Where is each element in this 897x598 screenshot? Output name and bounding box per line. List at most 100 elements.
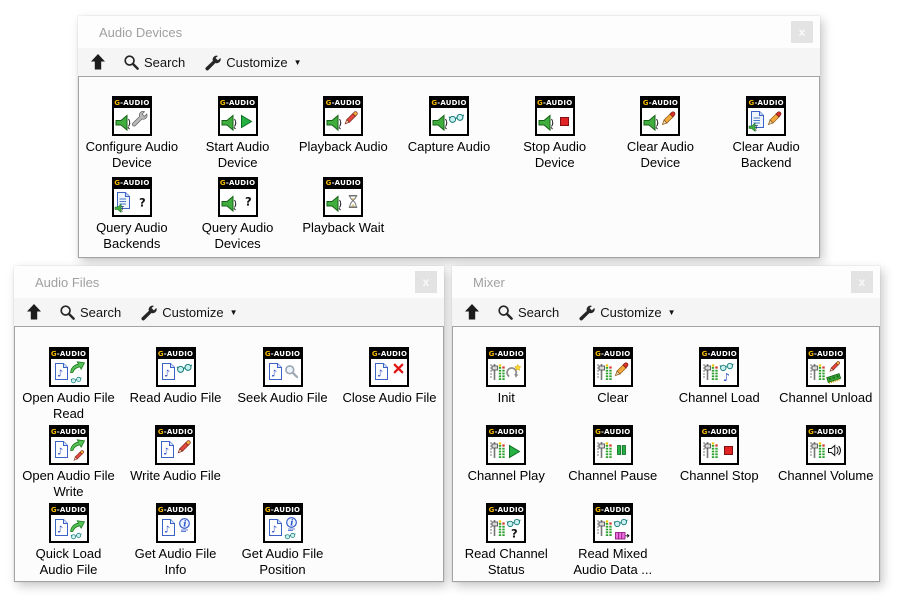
palette-item-channel-volume[interactable]: G-AUDIOChannel Volume (778, 425, 873, 503)
palette-item-label: Capture Audio (408, 139, 490, 155)
channel-play-icon: G-AUDIO (486, 425, 526, 465)
seek-audio-file-icon: G-AUDIO♪ (263, 347, 303, 387)
palette-item-label: Quick Load Audio File (19, 546, 119, 578)
palette-item-label: Channel Stop (680, 468, 759, 484)
palette-item-start-audio-device[interactable]: G-AUDIOStart Audio Device (188, 96, 288, 177)
channel-load-icon: G-AUDIO♪ (699, 347, 739, 387)
palette-item-capture-audio[interactable]: G-AUDIOCapture Audio (408, 96, 490, 177)
palette-item-query-audio-backends[interactable]: G-AUDIO?Query Audio Backends (82, 177, 182, 258)
palette-item-read-audio-file[interactable]: G-AUDIO♪Read Audio File (130, 347, 222, 425)
playback-audio-icon: G-AUDIO (323, 96, 363, 136)
search-button[interactable]: Search (124, 55, 185, 70)
channel-stop-icon: G-AUDIO (699, 425, 739, 465)
palette-item-label: Query Audio Backends (82, 220, 182, 252)
palette-row: G-AUDIO?Query Audio BackendsG-AUDIO?Quer… (79, 177, 819, 258)
palette-row: G-AUDIOChannel PlayG-AUDIOChannel PauseG… (453, 425, 879, 503)
palette-item-seek-audio-file[interactable]: G-AUDIO♪ Seek Audio File (237, 347, 327, 425)
palette-item-init[interactable]: G-AUDIOInit (486, 347, 526, 425)
palette-item-label: Close Audio File (343, 390, 437, 406)
palette-item-label: Read Mixed Audio Data ... (563, 546, 663, 578)
toolbar: Search Customize ▼ (452, 298, 880, 326)
window-title: Mixer (473, 275, 505, 290)
toolbar: Search Customize ▼ (78, 48, 820, 76)
palette-item-label: Channel Unload (779, 390, 872, 406)
audio-devices-palette-window: Audio Devices x Search Customize ▼ G-AUD… (78, 16, 820, 258)
palette-item-playback-wait[interactable]: G-AUDIOPlayback Wait (302, 177, 384, 258)
up-button[interactable] (465, 304, 479, 320)
palette-item-label: Query Audio Devices (188, 220, 288, 252)
palette-item-channel-load[interactable]: G-AUDIO♪Channel Load (679, 347, 760, 425)
palette-item-channel-stop[interactable]: G-AUDIO Channel Stop (680, 425, 759, 503)
search-icon (124, 55, 139, 70)
palette-item-write-audio-file[interactable]: G-AUDIO♪Write Audio File (130, 425, 221, 503)
titlebar[interactable]: Audio Devices x (78, 16, 820, 48)
query-audio-backends-icon: G-AUDIO? (112, 177, 152, 217)
stop-audio-device-icon: G-AUDIO (535, 96, 575, 136)
palette-item-clear-audio-backend[interactable]: G-AUDIOClear Audio Backend (716, 96, 816, 177)
palette-item-channel-unload[interactable]: G-AUDIOChannel Unload (779, 347, 872, 425)
up-button[interactable] (91, 54, 105, 70)
palette-item-close-audio-file[interactable]: G-AUDIO♪ Close Audio File (343, 347, 437, 425)
palette-item-clear-audio-device[interactable]: G-AUDIOClear Audio Device (610, 96, 710, 177)
close-audio-file-icon: G-AUDIO♪ (369, 347, 409, 387)
palette-item-label: Channel Play (468, 468, 545, 484)
palette-item-label: Get Audio File Position (233, 546, 333, 578)
titlebar[interactable]: Mixer x (452, 266, 880, 298)
up-arrow-icon (465, 304, 479, 320)
customize-label: Customize (600, 305, 661, 320)
palette-item-open-audio-file-read[interactable]: G-AUDIO♪Open Audio File Read (19, 347, 119, 425)
svg-text:i: i (183, 520, 186, 530)
configure-audio-device-icon: G-AUDIO (112, 96, 152, 136)
palette-item-get-audio-file-info[interactable]: G-AUDIO♪iGet Audio File Info (126, 503, 226, 581)
svg-text:?: ? (139, 195, 146, 209)
init-icon: G-AUDIO (486, 347, 526, 387)
toolbar: Search Customize ▼ (14, 298, 444, 326)
up-button[interactable] (27, 304, 41, 320)
palette-item-label: Playback Audio (299, 139, 388, 155)
palette-item-read-channel-status[interactable]: G-AUDIO?Read Channel Status (456, 503, 556, 581)
palette-item-label: Open Audio File Read (19, 390, 119, 422)
palette-item-label: Open Audio File Write (19, 468, 119, 500)
palette-item-label: Read Channel Status (456, 546, 556, 578)
playback-wait-icon: G-AUDIO (323, 177, 363, 217)
palette-item-channel-pause[interactable]: G-AUDIOChannel Pause (568, 425, 657, 503)
palette-item-read-mixed-audio-data[interactable]: G-AUDIORead Mixed Audio Data ... (563, 503, 663, 581)
read-audio-file-icon: G-AUDIO♪ (156, 347, 196, 387)
clear-audio-device-icon: G-AUDIO (640, 96, 680, 136)
palette-item-query-audio-devices[interactable]: G-AUDIO?Query Audio Devices (188, 177, 288, 258)
palette-item-channel-play[interactable]: G-AUDIO Channel Play (468, 425, 545, 503)
palette-item-stop-audio-device[interactable]: G-AUDIOStop Audio Device (505, 96, 605, 177)
customize-label: Customize (162, 305, 223, 320)
customize-label: Customize (226, 55, 287, 70)
palette-item-label: Stop Audio Device (505, 139, 605, 171)
close-button[interactable]: x (851, 271, 873, 293)
palette-row: G-AUDIO♪Quick Load Audio FileG-AUDIO♪iGe… (15, 503, 443, 581)
channel-volume-icon: G-AUDIO (806, 425, 846, 465)
channel-pause-icon: G-AUDIO (593, 425, 633, 465)
search-button[interactable]: Search (498, 305, 559, 320)
palette-item-label: Clear Audio Device (610, 139, 710, 171)
search-button[interactable]: Search (60, 305, 121, 320)
open-audio-file-read-icon: G-AUDIO♪ (49, 347, 89, 387)
customize-button[interactable]: Customize ▼ (578, 304, 675, 321)
up-arrow-icon (27, 304, 41, 320)
palette-item-open-audio-file-write[interactable]: G-AUDIO♪Open Audio File Write (19, 425, 119, 503)
palette-item-label: Seek Audio File (237, 390, 327, 406)
svg-text:?: ? (245, 194, 252, 208)
palette-item-quick-load-audio-file[interactable]: G-AUDIO♪Quick Load Audio File (19, 503, 119, 581)
palette-item-configure-audio-device[interactable]: G-AUDIOConfigure Audio Device (82, 96, 182, 177)
search-label: Search (144, 55, 185, 70)
titlebar[interactable]: Audio Files x (14, 266, 444, 298)
palette-item-get-audio-file-position[interactable]: G-AUDIO♪iGet Audio File Position (233, 503, 333, 581)
wrench-icon (578, 304, 595, 321)
svg-text:♪: ♪ (164, 369, 170, 380)
palette-item-playback-audio[interactable]: G-AUDIO Playback Audio (299, 96, 388, 177)
customize-button[interactable]: Customize ▼ (204, 54, 301, 71)
palette-item-clear[interactable]: G-AUDIOClear (593, 347, 633, 425)
clear-audio-backend-icon: G-AUDIO (746, 96, 786, 136)
close-button[interactable]: x (415, 271, 437, 293)
customize-button[interactable]: Customize ▼ (140, 304, 237, 321)
close-button[interactable]: x (791, 21, 813, 43)
clear-icon: G-AUDIO (593, 347, 633, 387)
svg-text:♪: ♪ (271, 525, 277, 536)
